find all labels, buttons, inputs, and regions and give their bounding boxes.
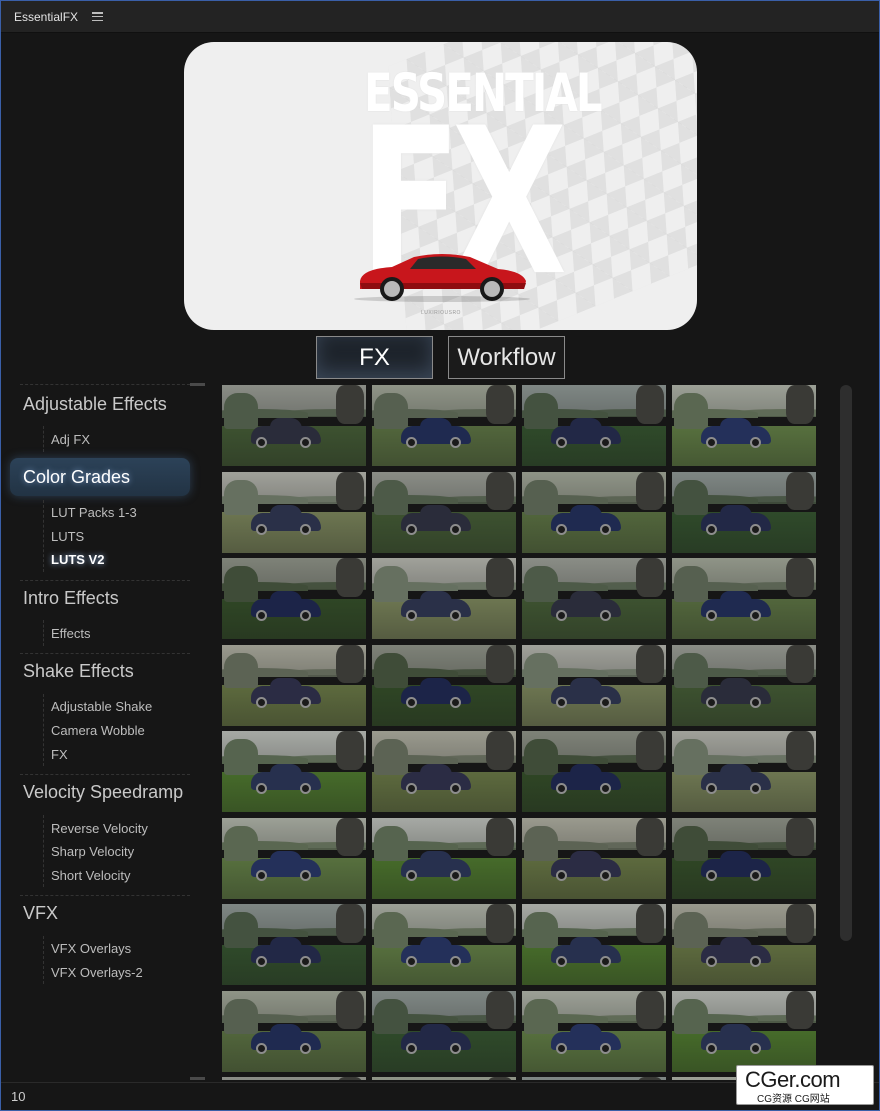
lut-thumbnail[interactable] xyxy=(372,471,516,553)
section-vfx[interactable]: VFX xyxy=(23,903,58,924)
lut-thumbnail[interactable] xyxy=(222,817,366,899)
lut-thumbnail[interactable] xyxy=(372,385,516,466)
lut-thumbnail[interactable] xyxy=(522,990,666,1072)
banner-caption: LUXIRIOUSRO xyxy=(421,310,461,316)
sidebar-item-reverse-velocity[interactable]: Reverse Velocity xyxy=(51,821,148,836)
section-shake-effects[interactable]: Shake Effects xyxy=(23,661,134,682)
lut-thumbnail-grid xyxy=(222,385,818,1080)
lut-thumbnail[interactable] xyxy=(222,731,366,812)
section-divider xyxy=(20,895,190,896)
sidebar-item-effects[interactable]: Effects xyxy=(51,626,91,641)
section-intro-effects[interactable]: Intro Effects xyxy=(23,588,119,609)
lut-thumbnail[interactable] xyxy=(672,471,816,553)
lut-thumbnail[interactable] xyxy=(372,990,516,1072)
lut-thumbnail[interactable] xyxy=(522,385,666,466)
section-divider xyxy=(20,580,190,581)
section-divider xyxy=(20,653,190,654)
section-color-grades[interactable]: Color Grades xyxy=(23,467,130,488)
panel-title: EssentialFX xyxy=(14,9,79,24)
lut-thumbnail[interactable] xyxy=(522,904,666,985)
lut-thumbnail[interactable] xyxy=(672,731,816,812)
sidebar-item-adjustable-shake[interactable]: Adjustable Shake xyxy=(51,699,152,714)
lut-thumbnail[interactable] xyxy=(672,644,816,726)
section-indent-line xyxy=(43,936,44,984)
grid-scrollbar[interactable] xyxy=(840,385,852,941)
lut-thumbnail[interactable] xyxy=(222,1077,366,1080)
watermark-subtitle: CG资源 CG网站 xyxy=(757,1094,830,1105)
sidebar-scroll-bottom-marker xyxy=(190,1077,205,1080)
section-velocity-speedramp[interactable]: Velocity Speedramp xyxy=(23,782,183,803)
section-indent-line xyxy=(43,815,44,887)
section-divider xyxy=(20,384,190,385)
lut-thumbnail[interactable] xyxy=(522,731,666,812)
sidebar-scroll-top-marker xyxy=(190,383,205,386)
sidebar-item-luts-v2[interactable]: LUTS V2 xyxy=(51,552,104,567)
lut-thumbnail[interactable] xyxy=(222,904,366,985)
sidebar-item-short-velocity[interactable]: Short Velocity xyxy=(51,868,131,883)
section-indent-line xyxy=(43,620,44,646)
lut-thumbnail[interactable] xyxy=(222,644,366,726)
lut-thumbnail[interactable] xyxy=(522,817,666,899)
sidebar-item-adj-fx[interactable]: Adj FX xyxy=(51,432,90,447)
watermark-badge: CGer.com CG资源 CG网站 xyxy=(736,1065,874,1105)
tab-workflow[interactable]: Workflow xyxy=(448,336,565,379)
lut-thumbnail[interactable] xyxy=(372,1077,516,1080)
section-adjustable-effects[interactable]: Adjustable Effects xyxy=(23,394,167,415)
sidebar-item-sharp-velocity[interactable]: Sharp Velocity xyxy=(51,844,134,859)
section-indent-line xyxy=(43,426,44,452)
sidebar-item-luts[interactable]: LUTS xyxy=(51,529,84,544)
tab-fx[interactable]: FX xyxy=(316,336,433,379)
sidebar-item-vfx-overlays-2[interactable]: VFX Overlays-2 xyxy=(51,965,143,980)
status-count: 10 xyxy=(11,1089,26,1104)
section-indent-line xyxy=(43,694,44,766)
category-sidebar: Adjustable Effects Adj FX Color Grades L… xyxy=(10,384,190,1084)
hamburger-menu-icon[interactable] xyxy=(92,12,104,21)
lut-thumbnail[interactable] xyxy=(222,990,366,1072)
section-indent-line xyxy=(43,500,44,572)
sidebar-item-lut-packs[interactable]: LUT Packs 1-3 xyxy=(51,505,137,520)
lut-thumbnail[interactable] xyxy=(372,817,516,899)
lut-thumbnail[interactable] xyxy=(222,471,366,553)
lut-thumbnail[interactable] xyxy=(672,558,816,639)
lut-thumbnail[interactable] xyxy=(522,1077,666,1080)
lut-thumbnail[interactable] xyxy=(372,904,516,985)
lut-thumbnail[interactable] xyxy=(522,558,666,639)
essentialfx-banner-image: ESSENTIAL FX LUXIRIOUSRO xyxy=(184,42,697,330)
lut-thumbnail[interactable] xyxy=(372,558,516,639)
lut-thumbnail[interactable] xyxy=(222,558,366,639)
lut-thumbnail[interactable] xyxy=(372,731,516,812)
section-divider xyxy=(20,774,190,775)
sidebar-item-vfx-overlays[interactable]: VFX Overlays xyxy=(51,941,131,956)
lut-thumbnail[interactable] xyxy=(522,644,666,726)
lut-thumbnail[interactable] xyxy=(672,904,816,985)
sidebar-item-camera-wobble[interactable]: Camera Wobble xyxy=(51,723,145,738)
lut-thumbnail[interactable] xyxy=(672,990,816,1072)
panel-header: EssentialFX xyxy=(1,1,879,33)
lut-thumbnail[interactable] xyxy=(672,385,816,466)
sidebar-item-shake-fx[interactable]: FX xyxy=(51,747,68,762)
lut-thumbnail[interactable] xyxy=(672,817,816,899)
lut-thumbnail[interactable] xyxy=(372,644,516,726)
lut-thumbnail[interactable] xyxy=(522,471,666,553)
red-sports-car-illustration xyxy=(354,254,530,302)
lut-thumbnail[interactable] xyxy=(222,385,366,466)
